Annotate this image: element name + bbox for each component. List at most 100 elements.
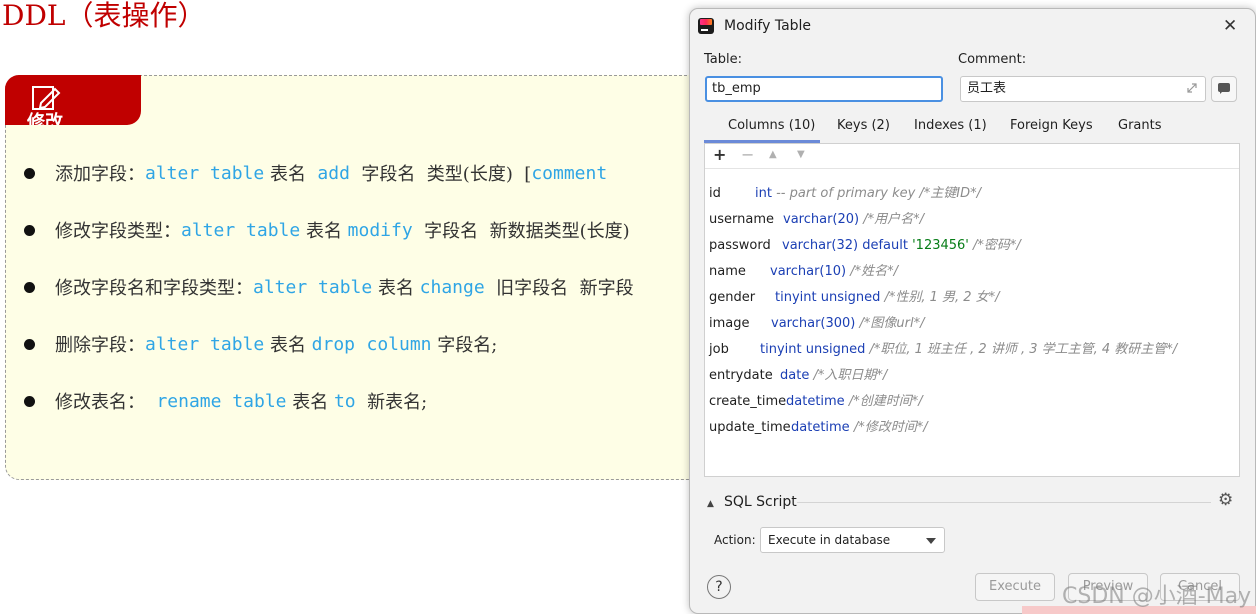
column-row[interactable]: entrydate date /*入职日期*/ — [709, 364, 887, 384]
dialog-title: Modify Table — [724, 18, 812, 34]
sql-keyword: to — [333, 390, 356, 412]
comment-value: 员工表 — [967, 81, 1007, 96]
sql-keyword: alter table — [181, 219, 301, 241]
table-name-input[interactable]: tb_emp — [705, 76, 943, 102]
slide-title: DDL（表操作） — [2, 0, 206, 32]
column-name: image — [709, 316, 750, 331]
comment-editor-button[interactable] — [1211, 76, 1237, 102]
sql-keyword: alter table — [145, 333, 265, 355]
column-name: username — [709, 212, 774, 227]
sql-keyword: drop — [311, 333, 356, 355]
column-comment: /*修改时间*/ — [853, 420, 928, 435]
column-type: varchar(32) default — [782, 238, 913, 253]
column-default-value: '123456' — [912, 238, 969, 253]
column-comment: /*创建时间*/ — [848, 394, 923, 409]
comment-input[interactable]: 员工表 — [960, 76, 1206, 102]
remove-icon[interactable]: − — [741, 145, 754, 164]
tab-foreign-keys[interactable]: Foreign Keys — [1010, 118, 1093, 133]
execute-button[interactable]: Execute — [975, 573, 1055, 601]
sql-keyword: modify — [347, 219, 413, 241]
app-logo-icon — [698, 18, 714, 34]
gear-icon[interactable]: ⚙ — [1218, 490, 1233, 510]
column-row[interactable]: username varchar(20) /*用户名*/ — [709, 208, 924, 228]
sql-keyword: add — [317, 162, 350, 184]
bullet-text: 新表名; — [355, 392, 428, 413]
help-button[interactable]: ? — [707, 575, 731, 599]
sql-keyword: column — [366, 333, 432, 355]
columns-toolbar: + − ▲ ▼ — [705, 144, 1239, 169]
bullet-item: 添加字段： alter table 表名 add 字段名 类型(长度) [comm… — [24, 159, 607, 187]
bullet-text: 修改字段类型： — [55, 221, 181, 242]
column-type: tinyint unsigned — [775, 290, 881, 305]
close-icon[interactable]: ✕ — [1223, 16, 1237, 36]
column-name: create_time — [709, 394, 787, 409]
bullet-dot-icon — [24, 224, 35, 236]
modify-table-dialog: Modify Table ✕ Table: tb_emp Comment: 员工… — [689, 8, 1256, 614]
column-name: name — [709, 264, 746, 279]
bullet-text: 删除字段： — [55, 335, 145, 356]
tab-keys[interactable]: Keys (2) — [837, 118, 890, 133]
tab-indexes[interactable]: Indexes (1) — [914, 118, 987, 133]
bullet-text: 字段名; — [431, 335, 498, 356]
table-label: Table: — [704, 52, 742, 67]
bullet-text: 表名 — [372, 278, 420, 299]
divider — [797, 502, 1211, 503]
column-type: datetime — [791, 420, 850, 435]
tab-grants[interactable]: Grants — [1118, 118, 1162, 133]
column-comment: /*入职日期*/ — [813, 368, 888, 383]
column-row[interactable]: image varchar(300) /*图像url*/ — [709, 312, 924, 332]
column-type: int — [755, 186, 772, 201]
column-name: gender — [709, 290, 756, 305]
column-row[interactable]: name varchar(10) /*姓名*/ — [709, 260, 898, 280]
expand-icon[interactable] — [1187, 83, 1197, 93]
column-row[interactable]: job tinyint unsigned /*职位, 1 班主任 , 2 讲师 ,… — [709, 338, 1177, 358]
column-row[interactable]: password varchar(32) default '123456' /*密… — [709, 234, 1021, 254]
sql-keyword: change — [419, 276, 485, 298]
column-comment: /*密码*/ — [973, 238, 1021, 253]
sql-keyword: alter table — [253, 276, 373, 298]
bullet-text: 表名 — [264, 164, 318, 185]
columns-panel: + − ▲ ▼ id int -- part of primary key /*主… — [704, 143, 1240, 477]
column-comment: -- part of primary key /*主键ID*/ — [776, 186, 982, 201]
sql-keyword: rename table — [156, 390, 287, 412]
column-comment: /*用户名*/ — [863, 212, 925, 227]
bullet-text: 表名 — [264, 335, 312, 356]
bullet-text: 修改字段名和字段类型： — [55, 278, 253, 299]
column-name: job — [709, 342, 729, 357]
action-label: Action: — [714, 533, 756, 547]
modify-badge: 修改 — [5, 75, 141, 125]
comment-label: Comment: — [958, 52, 1027, 67]
column-comment: /*姓名*/ — [850, 264, 899, 279]
column-row[interactable]: gender tinyint unsigned /*性别, 1 男, 2 女*/ — [709, 286, 1000, 306]
add-icon[interactable]: + — [713, 145, 726, 164]
sql-script-header[interactable]: SQL Script — [724, 494, 797, 510]
column-type: varchar(300) — [771, 316, 856, 331]
column-row[interactable]: create_timedatetime /*创建时间*/ — [709, 390, 923, 410]
move-down-icon[interactable]: ▼ — [797, 149, 805, 160]
column-name: entrydate — [709, 368, 773, 383]
collapse-icon[interactable]: ▲ — [707, 499, 714, 509]
column-type: varchar(10) — [770, 264, 847, 279]
bullet-text: 表名 — [300, 221, 348, 242]
bullet-text: 旧字段名 新字段 — [484, 278, 634, 299]
bullet-item: 删除字段： alter table 表名 drop column 字段名; — [24, 330, 497, 358]
column-comment: /*图像url*/ — [859, 316, 925, 331]
column-comment: /*职位, 1 班主任 , 2 讲师 , 3 学工主管, 4 教研主管*/ — [869, 342, 1178, 357]
bullet-item: 修改字段类型： alter table 表名 modify 字段名 新数据类型(长… — [24, 216, 630, 244]
tab-columns[interactable]: Columns (10) — [728, 118, 815, 133]
bullet-dot-icon — [24, 281, 35, 293]
column-comment: /*性别, 1 男, 2 女*/ — [884, 290, 1000, 305]
column-row[interactable]: update_timedatetime /*修改时间*/ — [709, 416, 928, 436]
column-name: id — [709, 186, 721, 201]
column-type: date — [780, 368, 810, 383]
column-type: varchar(20) — [783, 212, 860, 227]
bullet-text: 字段名 类型(长度) [ — [349, 164, 532, 185]
bullet-text: 修改表名： — [55, 392, 157, 413]
column-row[interactable]: id int -- part of primary key /*主键ID*/ — [709, 182, 981, 202]
move-up-icon[interactable]: ▲ — [769, 149, 777, 160]
bullet-item: 修改字段名和字段类型： alter table 表名 change 旧字段名 新字… — [24, 273, 634, 301]
bullet-dot-icon — [24, 338, 35, 350]
bullet-text: 添加字段： — [55, 164, 145, 185]
action-select[interactable]: Execute in database — [760, 527, 945, 553]
badge-label: 修改 — [27, 112, 63, 125]
